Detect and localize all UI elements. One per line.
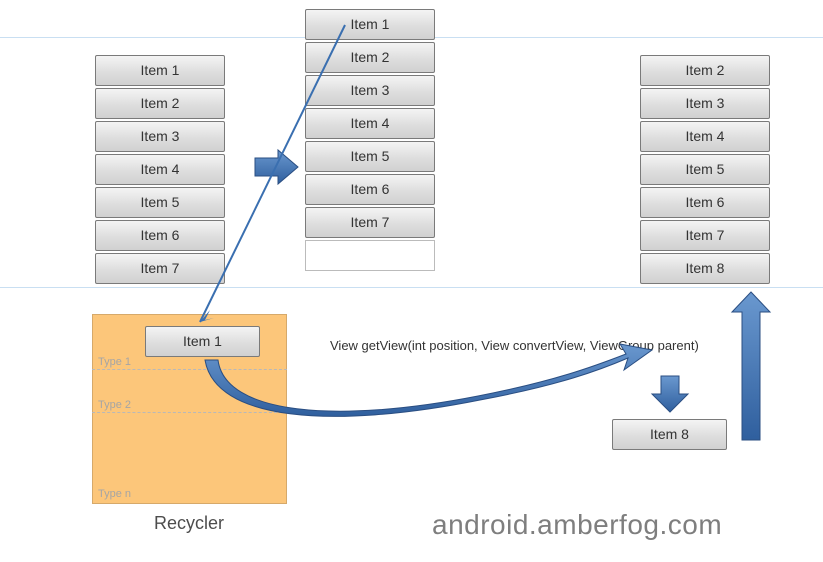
arrow-item8-up-to-list bbox=[732, 292, 770, 440]
recycler-divider bbox=[92, 369, 287, 370]
recycler-divider bbox=[92, 412, 287, 413]
middle-list-item: Item 1 bbox=[305, 9, 435, 40]
middle-list-item: Item 4 bbox=[305, 108, 435, 139]
middle-list-item: Item 3 bbox=[305, 75, 435, 106]
middle-list-item: Item 7 bbox=[305, 207, 435, 238]
guide-rule-bottom bbox=[0, 287, 823, 288]
left-list-item: Item 3 bbox=[95, 121, 225, 152]
left-list-item: Item 4 bbox=[95, 154, 225, 185]
recycler-held-item: Item 1 bbox=[145, 326, 260, 357]
floating-new-item: Item 8 bbox=[612, 419, 727, 450]
recycler-type-label: Type 2 bbox=[98, 399, 131, 411]
left-list-item: Item 6 bbox=[95, 220, 225, 251]
left-list-item: Item 2 bbox=[95, 88, 225, 119]
right-list-item: Item 3 bbox=[640, 88, 770, 119]
middle-list-item: Item 2 bbox=[305, 42, 435, 73]
left-list-item: Item 1 bbox=[95, 55, 225, 86]
right-list-item: Item 4 bbox=[640, 121, 770, 152]
right-list-item: Item 2 bbox=[640, 55, 770, 86]
recycler-type-label: Type 1 bbox=[98, 356, 131, 368]
recycler-type-label: Type n bbox=[98, 488, 131, 500]
right-list-item: Item 5 bbox=[640, 154, 770, 185]
watermark-text: android.amberfog.com bbox=[432, 509, 722, 541]
right-list-item: Item 7 bbox=[640, 220, 770, 251]
right-list-item: Item 6 bbox=[640, 187, 770, 218]
arrow-left-to-middle bbox=[255, 150, 298, 184]
middle-list-item: Item 5 bbox=[305, 141, 435, 172]
left-list-item: Item 7 bbox=[95, 253, 225, 284]
middle-list-item: Item 6 bbox=[305, 174, 435, 205]
recycler-caption: Recycler bbox=[154, 513, 224, 534]
left-list-item: Item 5 bbox=[95, 187, 225, 218]
right-list-item: Item 8 bbox=[640, 253, 770, 284]
arrow-down-to-item8 bbox=[652, 376, 688, 412]
middle-list-empty-slot bbox=[305, 240, 435, 271]
method-signature-text: View getView(int position, View convertV… bbox=[330, 338, 699, 353]
